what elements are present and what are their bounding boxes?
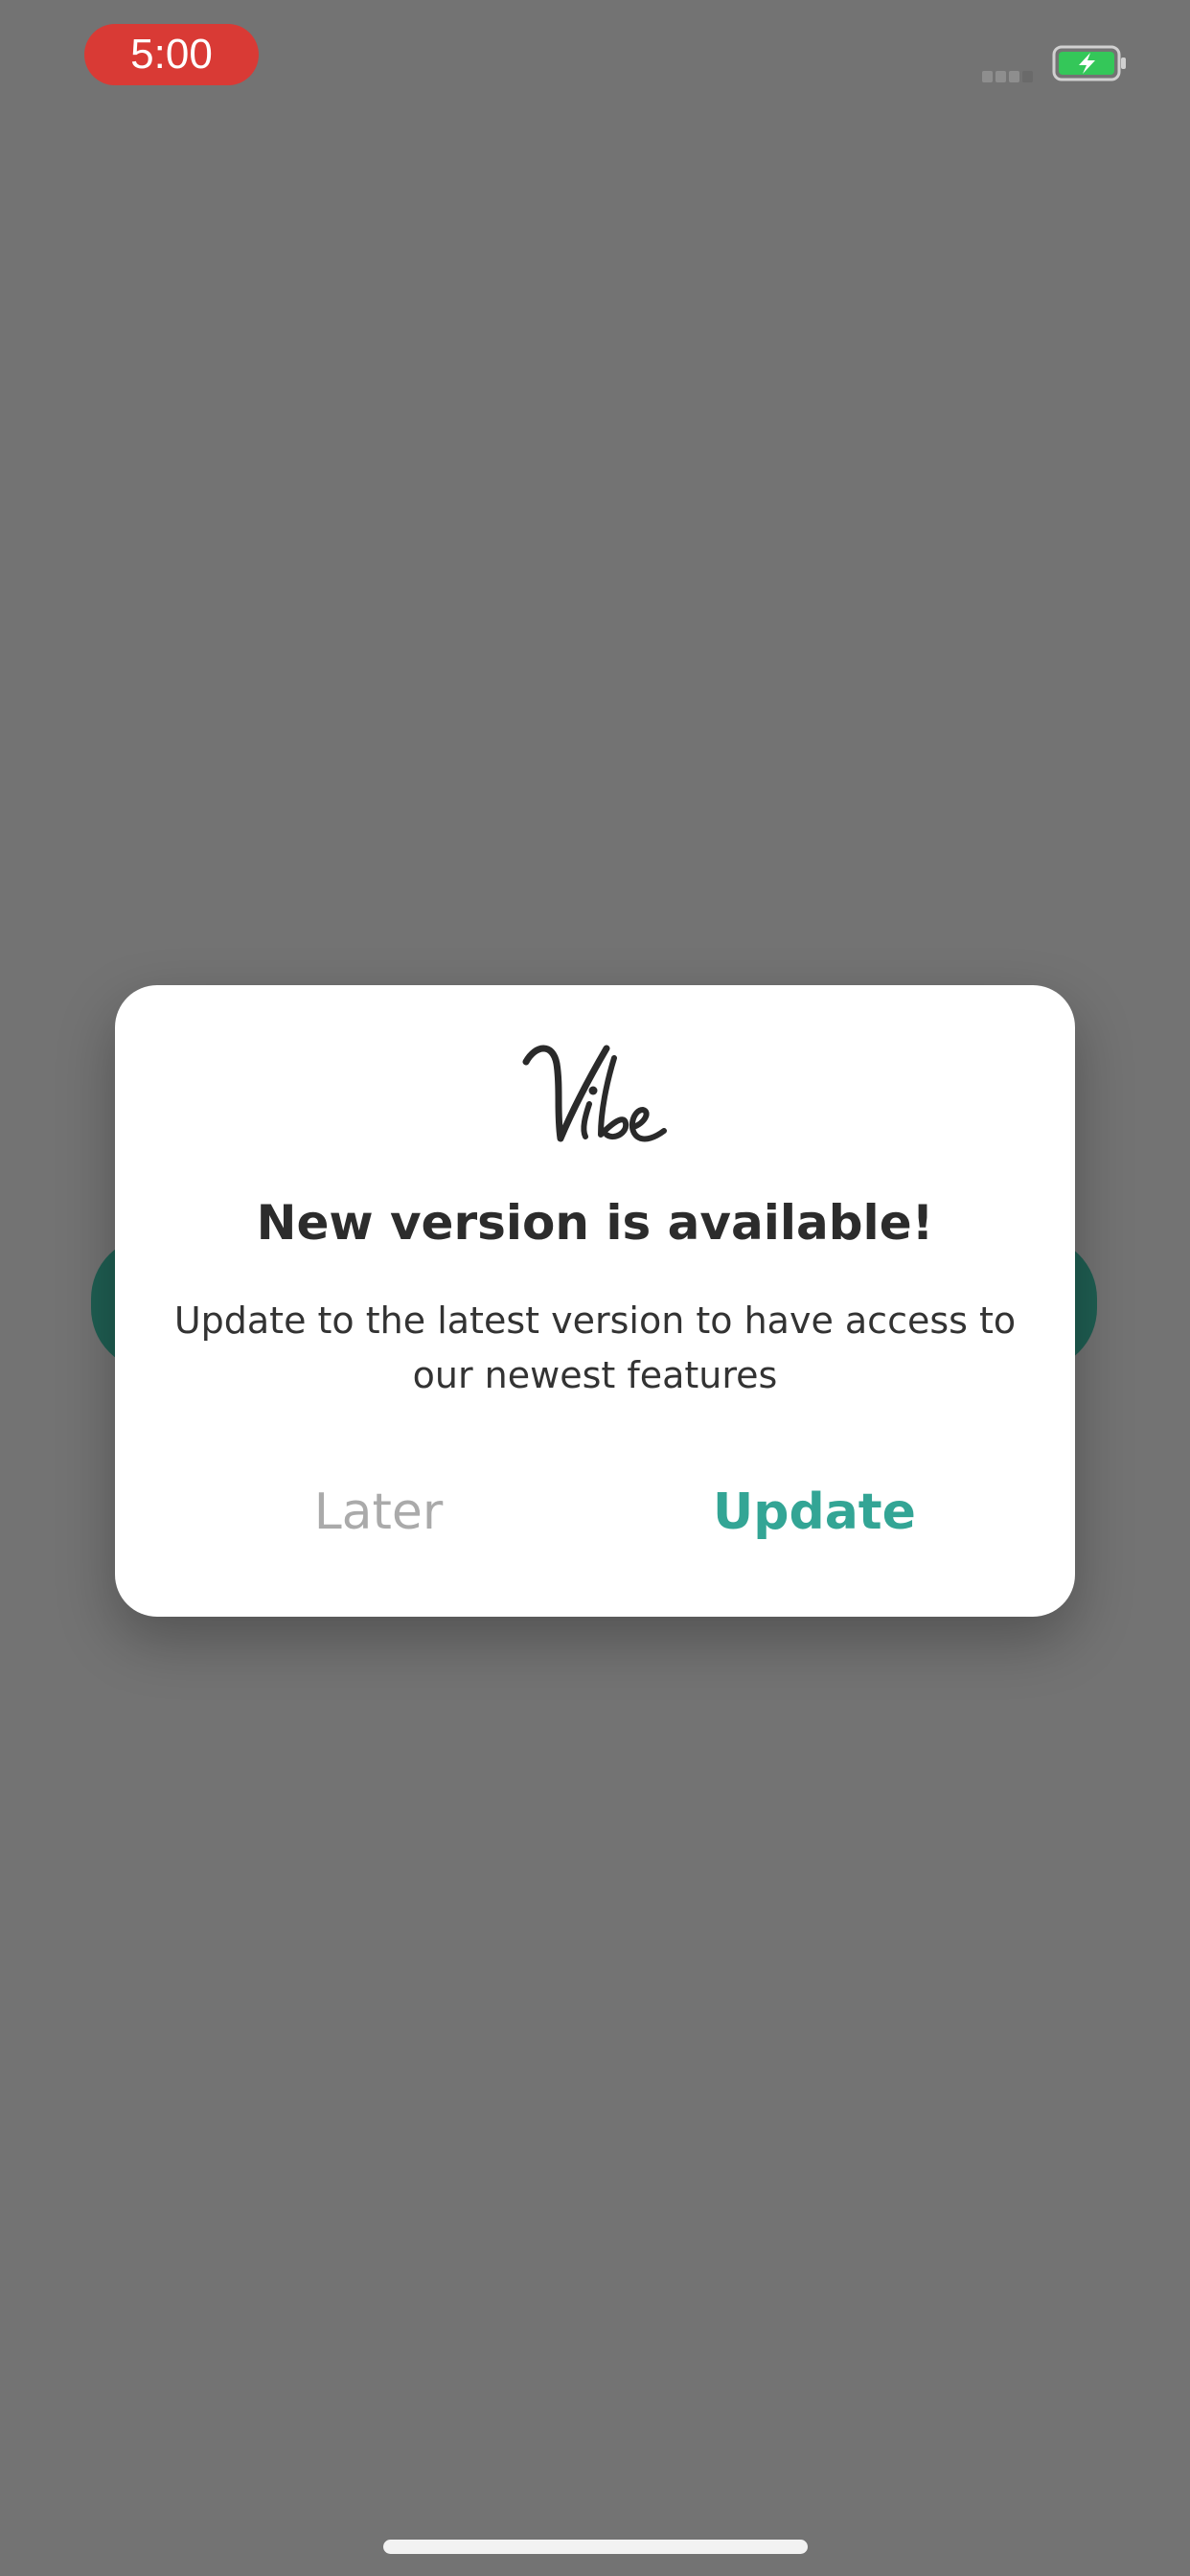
battery-charging-icon bbox=[1052, 45, 1126, 81]
vibe-logo-wordmark bbox=[522, 1045, 667, 1142]
vibe-logo bbox=[115, 1035, 1075, 1160]
update-dialog: New version is available! Update to the … bbox=[115, 985, 1075, 1617]
dialog-message: Update to the latest version to have acc… bbox=[173, 1300, 1017, 1396]
signal-icon bbox=[982, 71, 1033, 82]
update-button[interactable]: Update bbox=[680, 1469, 949, 1555]
later-button[interactable]: Later bbox=[263, 1469, 493, 1555]
status-time: 5:00 bbox=[84, 24, 259, 85]
home-indicator[interactable] bbox=[383, 2540, 808, 2554]
dialog-title: New version is available! bbox=[256, 1195, 934, 1251]
